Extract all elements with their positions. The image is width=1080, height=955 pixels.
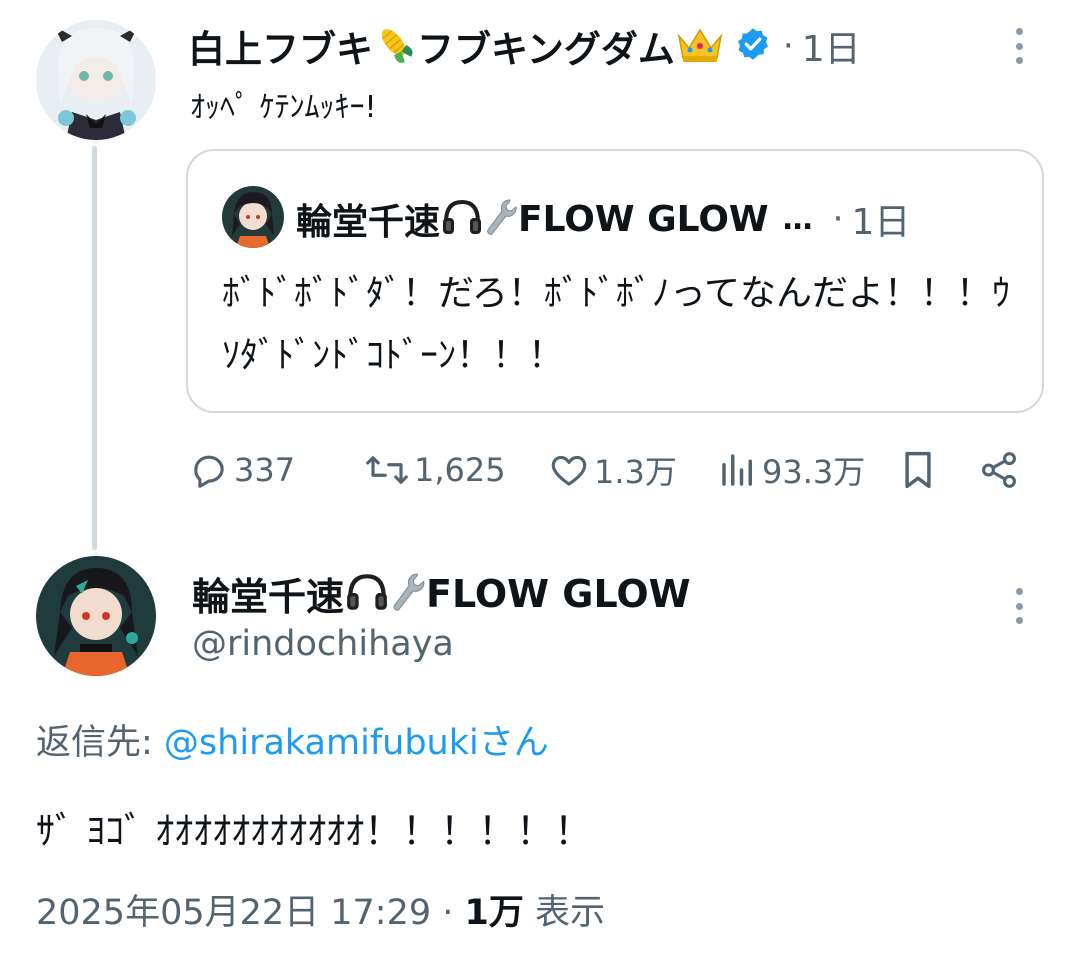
main-tweet-text: ｻﾞ ﾖｺﾞ ｵｵｵｵｵｵｵｵｵｵｵ！！！！！！	[36, 809, 593, 853]
name-truncation-ellipsis: …	[782, 201, 813, 237]
avatar-shirakami-fubuki[interactable]	[36, 20, 156, 140]
main-tweet-author: 輪堂千速 FLOW GLOW	[192, 566, 691, 621]
quoted-tweet-text: ﾎﾞﾄﾞﾎﾞﾄﾞﾀﾞ！だろ！ﾎﾞﾄﾞﾎﾞﾉってなんだよ！！！ｳｿﾀﾞﾄﾞﾝﾄﾞｺ…	[222, 273, 1011, 376]
quoted-display-name-suffix: FLOW GLOW	[518, 198, 769, 240]
quoted-display-name: 輪堂千速	[296, 202, 441, 243]
parent-tweet-header: 白上フブキ フブキングダム · 1日	[188, 18, 861, 74]
verified-badge-icon	[735, 26, 771, 66]
main-tweet-meta: 2025年05月22日 17:29 · 1万 表示	[36, 884, 605, 935]
reply-to-mention-link[interactable]: @shirakamifubukiさん	[164, 723, 549, 763]
parent-display-name[interactable]: 白上フブキ	[188, 19, 373, 73]
quoted-tweet-card[interactable]: 輪堂千速 FLOW GLOW … · 1日 ﾎﾞﾄﾞﾎﾞﾄﾞﾀﾞ！だろ！ﾎﾞﾄﾞ…	[186, 149, 1044, 413]
share-button[interactable]	[978, 446, 1020, 494]
main-tweet-datetime[interactable]: 2025年05月22日 17:29	[36, 893, 431, 933]
headphones-emoji-icon	[440, 196, 484, 242]
main-display-name[interactable]: 輪堂千速	[192, 566, 344, 621]
quoted-timestamp: 1日	[851, 202, 911, 243]
like-count: 1.3万	[594, 453, 677, 491]
more-vertical-icon[interactable]	[1016, 28, 1024, 64]
reply-button[interactable]: 337	[188, 446, 295, 494]
avatar-rindo-chihaya[interactable]	[36, 556, 156, 676]
retweet-icon	[364, 449, 410, 491]
quoted-tweet-header: 輪堂千速 FLOW GLOW … · 1日	[296, 193, 910, 245]
more-vertical-icon[interactable]	[1016, 588, 1024, 624]
view-count: 93.3万	[762, 453, 866, 491]
tweet-action-bar: 337 1,625 1.3万 93.3万	[188, 446, 1028, 494]
retweet-count: 1,625	[414, 451, 506, 489]
parent-display-name-suffix[interactable]: フブキングダム	[417, 19, 675, 73]
reply-to-line: 返信先: @shirakamifubukiさん	[36, 714, 549, 765]
bookmark-button[interactable]	[898, 446, 938, 494]
quoted-avatar-rindo	[222, 186, 284, 248]
bookmark-icon	[898, 448, 938, 492]
reply-count: 337	[234, 451, 296, 489]
parent-tweet-text: ｵｯﾍﾟ ｹﾃﾝﾑｯｷｰ!	[190, 90, 377, 125]
corn-emoji-icon	[373, 22, 417, 70]
wrench-emoji-icon	[390, 570, 426, 618]
parent-timestamp[interactable]: 1日	[802, 20, 861, 72]
heart-icon	[548, 449, 590, 491]
quoted-time-separator: ·	[832, 199, 844, 239]
wrench-emoji-icon	[484, 196, 518, 242]
views-label: 表示	[523, 893, 606, 933]
headphones-emoji-icon	[344, 570, 390, 618]
reply-icon	[188, 449, 230, 491]
like-button[interactable]: 1.3万	[548, 446, 677, 494]
retweet-button[interactable]: 1,625	[364, 446, 506, 494]
reply-to-prefix: 返信先:	[36, 723, 164, 763]
thread-connector-line	[92, 146, 97, 550]
main-handle[interactable]: @rindochihaya	[192, 624, 454, 664]
crown-emoji-icon	[675, 22, 725, 70]
meta-separator: ·	[431, 893, 465, 933]
share-icon	[978, 449, 1020, 491]
reply-mention-handle[interactable]: @shirakamifubuki	[164, 723, 479, 763]
views-button[interactable]: 93.3万	[718, 446, 865, 494]
views-bar-icon	[718, 449, 758, 491]
main-view-count: 1万	[464, 893, 524, 933]
reply-mention-honorific[interactable]: さん	[479, 723, 549, 763]
time-separator: ·	[782, 26, 794, 66]
main-display-name-suffix[interactable]: FLOW GLOW	[426, 572, 691, 616]
